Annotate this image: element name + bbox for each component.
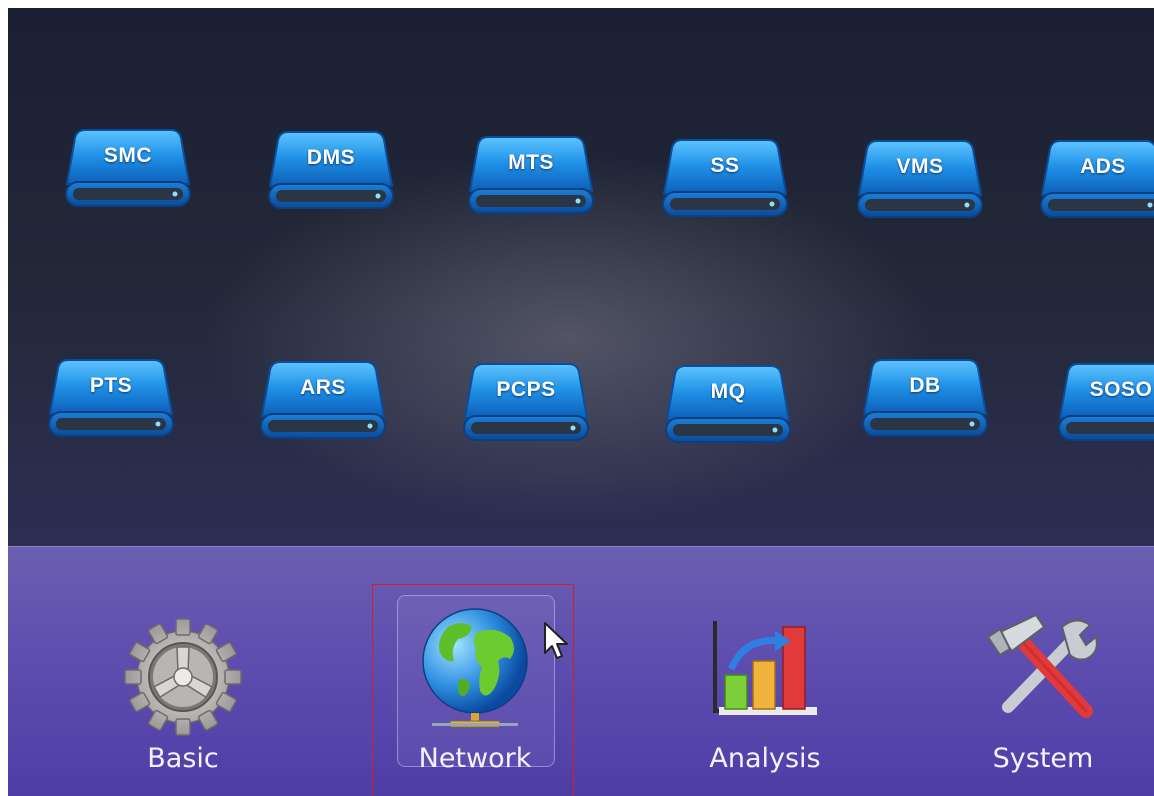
drive-icon <box>468 136 594 214</box>
dock-label: Network <box>418 743 532 774</box>
gear-icon <box>124 618 242 736</box>
dock-label: System <box>992 743 1094 774</box>
service-label: MTS <box>508 151 554 174</box>
service-label: ARS <box>300 376 346 399</box>
drive-icon <box>268 131 394 209</box>
drive-icon <box>862 359 988 437</box>
globe-icon <box>422 608 528 728</box>
dock-item-analysis[interactable]: Analysis <box>680 567 850 777</box>
service-mq[interactable]: MQ <box>663 362 793 452</box>
service-dms[interactable]: DMS <box>266 128 396 218</box>
service-label: SMC <box>103 144 153 167</box>
service-label: SOSO <box>1089 378 1153 401</box>
service-label: MQ <box>710 380 746 403</box>
drive-icon <box>65 129 191 207</box>
bar-chart-icon <box>713 621 817 715</box>
service-ss[interactable]: SS <box>660 136 790 226</box>
service-ads[interactable]: ADS <box>1038 137 1154 227</box>
drive-icon <box>1058 363 1154 441</box>
service-label: VMS <box>896 155 944 178</box>
mouse-pointer-icon <box>544 622 568 659</box>
drive-icon <box>665 365 791 443</box>
drive-icon <box>260 361 386 439</box>
service-label: PTS <box>89 374 133 397</box>
service-label: PCPS <box>496 378 556 401</box>
dock-item-network[interactable]: Network <box>390 567 560 777</box>
service-label: DMS <box>306 146 356 169</box>
service-pts[interactable]: PTS <box>46 356 176 446</box>
service-db[interactable]: DB <box>860 356 990 446</box>
service-grid: SMC DMS MTS SS VMS ADS PTS ARS PCPS MQ D… <box>8 8 1154 546</box>
drive-icon <box>857 140 983 218</box>
service-label: ADS <box>1080 155 1126 178</box>
service-pcps[interactable]: PCPS <box>461 360 591 450</box>
dock-label: Analysis <box>709 743 821 774</box>
drive-icon <box>48 359 174 437</box>
dock-bar: Basic Network Analysis System <box>8 546 1154 796</box>
tools-icon <box>986 613 1098 718</box>
service-label: DB <box>909 374 941 397</box>
service-smc[interactable]: SMC <box>63 126 193 216</box>
dock-item-system[interactable]: System <box>958 567 1128 777</box>
service-ars[interactable]: ARS <box>258 358 388 448</box>
service-vms[interactable]: VMS <box>855 137 985 227</box>
drive-icon <box>1040 140 1154 218</box>
service-label: SS <box>710 154 740 177</box>
service-mts[interactable]: MTS <box>466 133 596 223</box>
desktop-screen: SMC DMS MTS SS VMS ADS PTS ARS PCPS MQ D… <box>8 8 1154 796</box>
service-soso[interactable]: SOSO <box>1056 360 1154 450</box>
dock-item-basic[interactable]: Basic <box>98 567 268 777</box>
dock-label: Basic <box>147 743 219 774</box>
drive-icon <box>662 139 788 217</box>
drive-icon <box>463 363 589 441</box>
